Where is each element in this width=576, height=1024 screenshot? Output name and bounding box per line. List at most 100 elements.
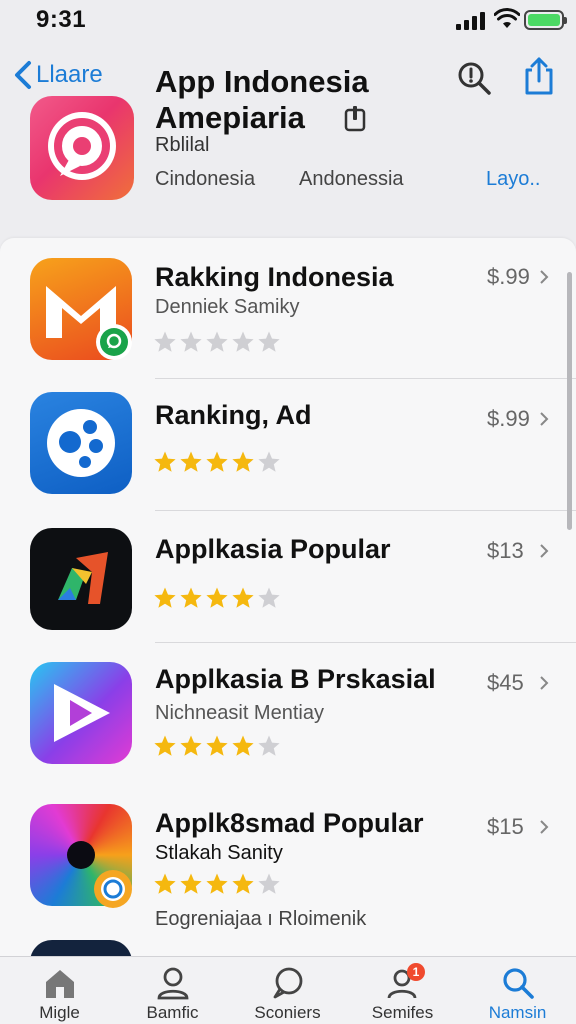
tab-home[interactable]: Migle <box>2 957 117 1024</box>
page-title: App Indonesia Amepiaria <box>155 64 369 136</box>
back-button[interactable]: Llaare <box>12 60 103 90</box>
chevron-right-icon <box>540 270 549 284</box>
app-name: Ranking, Ad <box>155 400 312 430</box>
app-price[interactable]: $45 <box>487 670 524 696</box>
tab-label: Bamfic <box>146 1003 199 1022</box>
chevron-left-icon <box>15 61 31 89</box>
list-item[interactable]: Rakking Indonesia Denniek Samiky $.99 <box>0 238 576 380</box>
status-time: 9:31 <box>36 6 87 33</box>
star-filled-icon <box>206 451 228 472</box>
header-meta-2: Andonessia <box>299 168 404 190</box>
back-label: Llaare <box>36 61 103 88</box>
battery-icon <box>524 10 567 30</box>
tab-label: Namsin <box>488 1003 547 1022</box>
star-empty-icon <box>258 331 280 352</box>
app-name: Applkasia Popular <box>155 534 391 564</box>
tab-search[interactable]: Namsin <box>460 957 575 1024</box>
star-filled-icon <box>154 587 176 608</box>
app-developer: Stlakah Sanity <box>155 842 283 864</box>
star-empty-icon <box>258 451 280 472</box>
star-filled-icon <box>206 873 228 894</box>
header-action-link[interactable]: Layo.. <box>486 168 540 191</box>
app-price[interactable]: $.99 <box>487 264 530 290</box>
header-meta-1: Cindonesia <box>155 168 256 190</box>
chevron-right-icon <box>540 412 549 426</box>
list-item[interactable]: Applkasia Popular $13 <box>0 512 576 644</box>
home-icon <box>45 970 74 998</box>
person-icon <box>157 967 188 1000</box>
star-empty-icon <box>206 331 228 352</box>
star-filled-icon <box>180 873 202 894</box>
star-rating <box>153 450 281 474</box>
play-app-icon <box>30 662 132 764</box>
scrollbar[interactable] <box>567 272 572 530</box>
chevron-right-icon <box>540 544 549 558</box>
star-empty-icon <box>258 587 280 608</box>
app-logo-icon <box>48 112 116 180</box>
star-empty-icon <box>180 331 202 352</box>
tab-bar: Migle Bamfic Sconiers 1 Semifes Namsin <box>0 956 576 1024</box>
tab-chat[interactable]: Sconiers <box>230 957 345 1024</box>
star-rating <box>153 734 281 758</box>
star-empty-icon <box>154 331 176 352</box>
star-filled-icon <box>232 735 254 756</box>
lock-icon <box>344 106 366 132</box>
star-filled-icon <box>232 451 254 472</box>
tab-person[interactable]: Bamfic <box>115 957 230 1024</box>
star-filled-icon <box>232 587 254 608</box>
star-filled-icon <box>180 587 202 608</box>
tab-label: Semifes <box>371 1003 434 1022</box>
app-extra-text: Eogreniajaa ı Rloimenik <box>155 908 367 930</box>
search-icon[interactable] <box>456 60 492 96</box>
app-list: Rakking Indonesia Denniek Samiky $.99 Ra… <box>0 238 576 956</box>
app-name: Applk8smad Popular <box>155 808 424 838</box>
chat-badge-icon <box>96 324 132 360</box>
star-filled-icon <box>154 735 176 756</box>
star-empty-icon <box>258 735 280 756</box>
wifi-icon <box>494 8 520 28</box>
list-item[interactable]: Applkasia B Prskasial Nichneasit Mentiay… <box>0 644 576 780</box>
star-rating <box>153 872 281 896</box>
tab-label: Migle <box>39 1003 80 1022</box>
search-icon <box>502 968 534 999</box>
title-line-1: App Indonesia <box>155 64 369 99</box>
partial-app-icon[interactable] <box>30 940 132 956</box>
list-item[interactable]: Applk8smad Popular Stlakah Sanity Eogren… <box>0 790 576 956</box>
share-icon[interactable] <box>522 56 556 96</box>
paw-app-icon <box>30 392 132 494</box>
app-price[interactable]: $.99 <box>487 406 530 432</box>
title-line-2: Amepiaria <box>155 100 305 135</box>
star-filled-icon <box>180 451 202 472</box>
tab-people[interactable]: 1 Semifes <box>345 957 460 1024</box>
app-price[interactable]: $13 <box>487 538 524 564</box>
header-subtitle: Rblilal <box>155 134 210 156</box>
chevron-right-icon <box>540 676 549 690</box>
status-bar: 9:31 <box>0 0 576 44</box>
signal-icon <box>456 12 488 30</box>
featured-app-icon[interactable] <box>30 96 134 200</box>
star-rating <box>153 586 281 610</box>
app-developer: Nichneasit Mentiay <box>155 702 324 724</box>
divider <box>155 642 576 643</box>
list-item[interactable]: Ranking, Ad $.99 <box>0 380 576 512</box>
app-price[interactable]: $15 <box>487 814 524 840</box>
star-filled-icon <box>206 735 228 756</box>
chevron-right-icon <box>540 820 549 834</box>
tab-label: Sconiers <box>254 1003 321 1022</box>
chat-icon <box>273 967 302 999</box>
star-filled-icon <box>180 735 202 756</box>
star-empty-icon <box>232 331 254 352</box>
star-filled-icon <box>154 873 176 894</box>
star-filled-icon <box>206 587 228 608</box>
star-filled-icon <box>154 451 176 472</box>
star-rating <box>153 330 281 354</box>
arrow-app-icon <box>30 528 132 630</box>
notification-badge: 1 <box>407 963 425 981</box>
browser-badge-icon <box>94 870 132 908</box>
app-developer: Denniek Samiky <box>155 296 300 318</box>
star-empty-icon <box>258 873 280 894</box>
divider <box>155 510 576 511</box>
app-header: Llaare App Indonesia Amepiaria Rblilal C… <box>0 44 576 216</box>
app-name: Rakking Indonesia <box>155 262 394 292</box>
star-filled-icon <box>232 873 254 894</box>
